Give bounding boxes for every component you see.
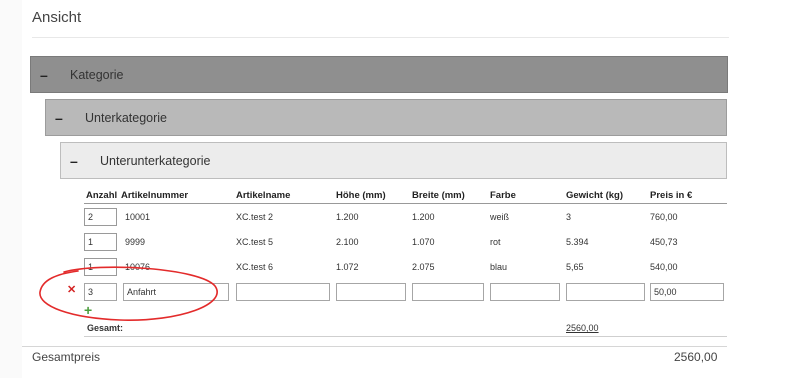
cell-gewicht: 5.394 xyxy=(566,237,589,247)
quantity-input[interactable]: 1 xyxy=(84,233,117,251)
column-header-breite: Breite (mm) xyxy=(412,190,465,201)
table-header-divider xyxy=(84,203,727,204)
hoehe-input[interactable] xyxy=(336,283,406,301)
footer-divider xyxy=(22,346,727,347)
cell-gewicht: 5,65 xyxy=(566,262,584,272)
subtotal-label: Gesamt: xyxy=(87,323,124,333)
delete-row-icon[interactable]: ✕ xyxy=(67,283,76,296)
title-divider xyxy=(32,37,729,38)
artikelname-input[interactable] xyxy=(236,283,330,301)
subcategory-label: Unterkategorie xyxy=(85,110,167,125)
cell-artikelname: XC.test 6 xyxy=(236,262,274,272)
quantity-input[interactable]: 2 xyxy=(84,208,117,226)
cell-gewicht: 3 xyxy=(566,212,572,222)
page-title: Ansicht xyxy=(32,9,82,26)
column-header-artikelnummer: Artikelnummer xyxy=(121,190,189,201)
subsubcategory-label: Unterunterkategorie xyxy=(100,153,211,168)
category-label: Kategorie xyxy=(70,67,124,82)
subtotal-divider xyxy=(84,336,727,337)
category-header-level2[interactable]: – Unterkategorie xyxy=(45,99,727,136)
cell-preis: 540,00 xyxy=(650,262,678,272)
column-header-preis: Preis in € xyxy=(650,190,693,201)
column-header-gewicht: Gewicht (kg) xyxy=(566,190,624,201)
subtotal-value: 2560,00 xyxy=(566,323,599,333)
collapse-icon[interactable]: – xyxy=(55,110,65,126)
artikelnummer-input[interactable]: Anfahrt xyxy=(123,283,229,301)
column-header-anzahl: Anzahl xyxy=(86,190,118,201)
column-header-farbe: Farbe xyxy=(490,190,516,201)
total-price-value: 2560,00 xyxy=(674,350,718,364)
category-header-level1[interactable]: – Kategorie xyxy=(30,56,728,93)
collapse-icon[interactable]: – xyxy=(40,67,50,83)
column-header-artikelname: Artikelname xyxy=(236,190,291,201)
cell-breite: 2.075 xyxy=(412,262,435,272)
collapse-icon[interactable]: – xyxy=(70,153,80,169)
cell-hoehe: 2.100 xyxy=(336,237,359,247)
total-price-label: Gesamtpreis xyxy=(32,350,101,364)
category-header-level3[interactable]: – Unterunterkategorie xyxy=(60,142,727,179)
column-header-hoehe: Höhe (mm) xyxy=(336,190,386,201)
cell-artikelnummer: 9999 xyxy=(125,237,146,247)
breite-input[interactable] xyxy=(412,283,484,301)
cell-hoehe: 1.200 xyxy=(336,212,359,222)
quantity-input[interactable]: 3 xyxy=(84,283,117,301)
cell-farbe: weiß xyxy=(490,212,510,222)
cell-breite: 1.070 xyxy=(412,237,435,247)
add-row-icon[interactable]: + xyxy=(84,303,92,317)
preis-input[interactable]: 50,00 xyxy=(650,283,724,301)
cell-farbe: blau xyxy=(490,262,508,272)
cell-artikelnummer: 10001 xyxy=(125,212,151,222)
cell-artikelname: XC.test 2 xyxy=(236,212,274,222)
cell-preis: 760,00 xyxy=(650,212,678,222)
cell-hoehe: 1.072 xyxy=(336,262,359,272)
cell-breite: 1.200 xyxy=(412,212,435,222)
cell-artikelname: XC.test 5 xyxy=(236,237,274,247)
gewicht-input[interactable] xyxy=(566,283,645,301)
quantity-input[interactable]: 1 xyxy=(84,258,117,276)
cell-farbe: rot xyxy=(490,237,501,247)
cell-artikelnummer: 10076 xyxy=(125,262,151,272)
left-gutter xyxy=(0,0,22,378)
cell-preis: 450,73 xyxy=(650,237,678,247)
farbe-input[interactable] xyxy=(490,283,560,301)
